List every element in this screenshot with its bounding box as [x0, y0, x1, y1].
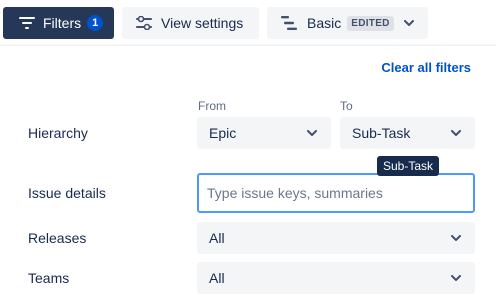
- chevron-down-icon: [451, 275, 461, 281]
- chevron-down-icon: [403, 20, 414, 26]
- from-column-label: From: [198, 99, 226, 113]
- filter-icon: [19, 17, 35, 29]
- view-settings-label: View settings: [161, 15, 244, 31]
- view-preset-label: Basic: [307, 15, 342, 31]
- hierarchy-from-value: Epic: [209, 125, 237, 141]
- clear-all-filters-link[interactable]: Clear all filters: [381, 60, 471, 75]
- filters-label: Filters: [43, 15, 82, 31]
- to-column-label: To: [340, 99, 353, 113]
- chevron-down-icon: [451, 130, 461, 136]
- hierarchy-label: Hierarchy: [28, 125, 88, 141]
- hierarchy-from-select[interactable]: Epic: [197, 117, 331, 149]
- releases-label: Releases: [28, 230, 87, 246]
- hierarchy-to-value: Sub-Task: [352, 125, 411, 141]
- chevron-down-icon: [451, 235, 461, 241]
- teams-label: Teams: [28, 270, 70, 286]
- view-settings-button[interactable]: View settings: [122, 7, 259, 39]
- issue-details-input[interactable]: [197, 173, 475, 213]
- filters-count-badge: 1: [87, 15, 104, 31]
- view-preset-button[interactable]: Basic EDITED: [267, 7, 428, 39]
- toolbar: Filters 1 View settings Basic EDITED: [0, 0, 497, 46]
- hierarchy-to-select[interactable]: Sub-Task: [340, 117, 475, 149]
- filters-panel: Clear all filters From To Hierarchy Epic…: [0, 46, 497, 295]
- chevron-down-icon: [307, 130, 317, 136]
- sub-task-tooltip: Sub-Task: [377, 156, 440, 176]
- releases-value: All: [209, 230, 225, 246]
- issue-details-label: Issue details: [28, 185, 106, 201]
- releases-select[interactable]: All: [197, 222, 475, 254]
- edited-badge: EDITED: [347, 15, 394, 31]
- teams-value: All: [209, 270, 225, 286]
- view-preset-icon: [281, 16, 297, 30]
- settings-sliders-icon: [136, 16, 152, 30]
- filters-button[interactable]: Filters 1: [3, 7, 114, 39]
- teams-select[interactable]: All: [197, 262, 475, 294]
